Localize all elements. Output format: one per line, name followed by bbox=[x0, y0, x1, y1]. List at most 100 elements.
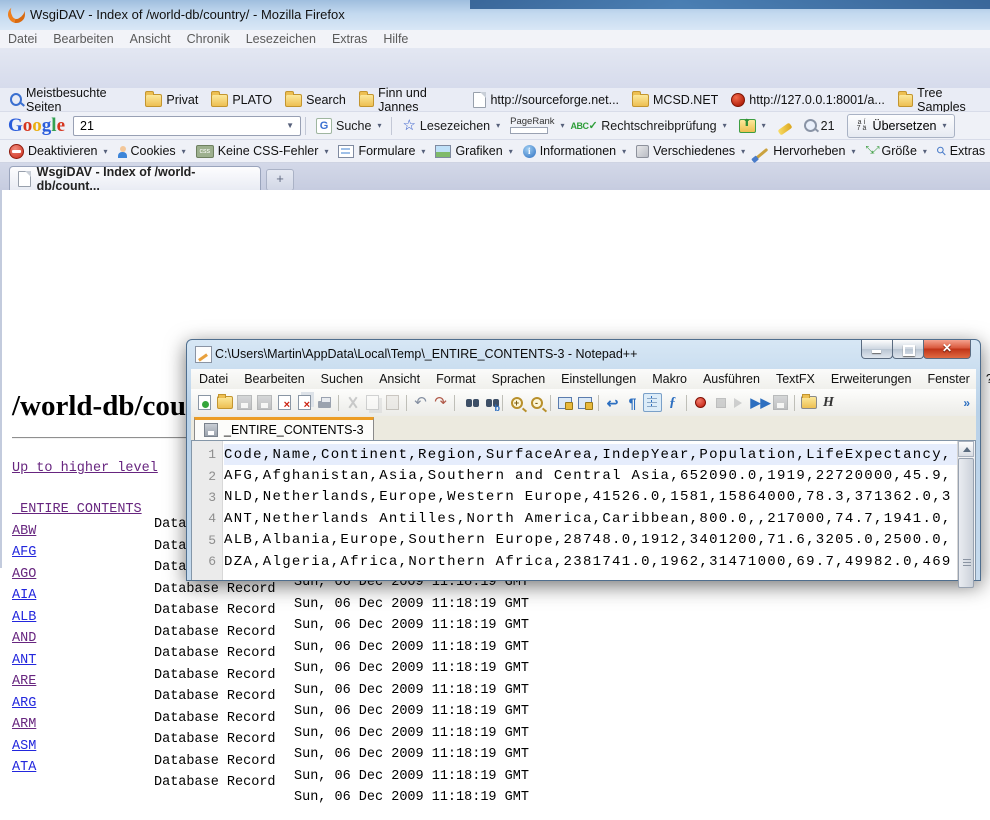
scroll-up-arrow[interactable] bbox=[958, 441, 974, 457]
webdev-formulare[interactable]: Formulare▾ bbox=[335, 144, 428, 158]
line-text[interactable]: ANT,Netherlands Antilles,North America,C… bbox=[224, 508, 958, 529]
editor-line[interactable]: 4 ANT,Netherlands Antilles,North America… bbox=[192, 508, 958, 529]
new-tab-button[interactable]: + bbox=[266, 169, 294, 191]
macro-play-icon[interactable] bbox=[731, 393, 750, 412]
macro-run-multiple-icon[interactable]: ▶▶ bbox=[751, 393, 770, 412]
entry-link[interactable]: ATA bbox=[12, 760, 36, 775]
copy-icon[interactable] bbox=[363, 393, 382, 412]
menu-hilfe[interactable]: Hilfe bbox=[375, 30, 416, 48]
npp-menu-erweiterungen[interactable]: Erweiterungen bbox=[823, 372, 920, 386]
replace-icon[interactable] bbox=[479, 393, 498, 412]
editor-line[interactable]: 1 Code,Name,Continent,Region,SurfaceArea… bbox=[192, 444, 958, 465]
close-icon[interactable] bbox=[275, 393, 294, 412]
google-bookmarks-button[interactable]: ☆Lesezeichen▾ bbox=[396, 119, 506, 133]
chevron-down-icon[interactable]: ▼ bbox=[286, 121, 294, 130]
close-all-icon[interactable] bbox=[295, 393, 314, 412]
bookmark-127-0-0-1-8001[interactable]: http://127.0.0.1:8001/a... bbox=[727, 92, 889, 108]
paste-icon[interactable] bbox=[383, 393, 402, 412]
zoom-in-icon[interactable]: + bbox=[507, 393, 526, 412]
menu-datei[interactable]: Datei bbox=[0, 30, 45, 48]
find-icon[interactable] bbox=[459, 393, 478, 412]
word-find-button[interactable]: 21 bbox=[798, 119, 841, 133]
npp-menu-format[interactable]: Format bbox=[428, 372, 484, 386]
bookmark-sourceforge[interactable]: http://sourceforge.net... bbox=[469, 91, 623, 109]
html-preview-icon[interactable]: H bbox=[819, 393, 838, 412]
npp-menu-datei[interactable]: Datei bbox=[191, 372, 236, 386]
spellcheck-button[interactable]: ABCRechtschreibprüfung▾ bbox=[565, 119, 733, 133]
pagerank-indicator[interactable]: PageRank bbox=[506, 117, 558, 134]
sync-vertical-scroll-icon[interactable] bbox=[555, 393, 574, 412]
webdev-extras[interactable]: ⚲Extras▾ bbox=[934, 144, 990, 158]
line-text[interactable]: AFG,Afghanistan,Asia,Southern and Centra… bbox=[224, 465, 958, 486]
function-completion-icon[interactable]: ƒ bbox=[663, 393, 682, 412]
minimize-button[interactable] bbox=[861, 340, 893, 359]
doc-switcher-icon[interactable] bbox=[799, 393, 818, 412]
bookmark-finn-und-jannes[interactable]: Finn und Jannes bbox=[355, 85, 465, 115]
restore-button[interactable] bbox=[892, 340, 924, 359]
npp-tab-entire-contents[interactable]: _ENTIRE_CONTENTS-3 bbox=[194, 417, 374, 440]
menu-ansicht[interactable]: Ansicht bbox=[122, 30, 179, 48]
bookmark-privat[interactable]: Privat bbox=[141, 91, 202, 108]
webdev-informationen[interactable]: iInformationen▾ bbox=[520, 144, 629, 158]
editor-line[interactable]: 5 ALB,Albania,Europe,Southern Europe,287… bbox=[192, 530, 958, 551]
word-wrap-icon[interactable]: ↩ bbox=[603, 393, 622, 412]
send-to-button[interactable]: ▾ bbox=[733, 119, 772, 133]
menu-lesezeichen[interactable]: Lesezeichen bbox=[238, 30, 324, 48]
macro-save-icon[interactable] bbox=[771, 393, 790, 412]
menu-bearbeiten[interactable]: Bearbeiten bbox=[45, 30, 121, 48]
npp-menu-help[interactable]: ? bbox=[978, 372, 990, 386]
vertical-scrollbar[interactable] bbox=[957, 441, 975, 580]
editor-line[interactable]: 3 NLD,Netherlands,Europe,Western Europe,… bbox=[192, 487, 958, 508]
redo-icon[interactable]: ↷ bbox=[431, 393, 450, 412]
npp-menu-sprachen[interactable]: Sprachen bbox=[484, 372, 554, 386]
highlighter-button[interactable] bbox=[772, 120, 798, 132]
npp-menu-einstellungen[interactable]: Einstellungen bbox=[553, 372, 644, 386]
menu-extras[interactable]: Extras bbox=[324, 30, 375, 48]
toolbar-overflow-icon[interactable]: » bbox=[963, 396, 970, 410]
cut-icon[interactable] bbox=[343, 393, 362, 412]
zoom-out-icon[interactable]: - bbox=[527, 393, 546, 412]
bookmark-plato[interactable]: PLATO bbox=[207, 91, 276, 108]
line-text[interactable]: Code,Name,Continent,Region,SurfaceArea,I… bbox=[224, 444, 958, 465]
npp-menu-ansicht[interactable]: Ansicht bbox=[371, 372, 428, 386]
webdev-hervorheben[interactable]: Hervorheben▾ bbox=[752, 144, 858, 158]
notepad-editor[interactable]: 1 Code,Name,Continent,Region,SurfaceArea… bbox=[191, 440, 976, 580]
translate-button[interactable]: a í7 ä Übersetzen▾ bbox=[847, 114, 955, 138]
webdev-grafiken[interactable]: Grafiken▾ bbox=[432, 144, 515, 158]
bookmark-tree-samples[interactable]: Tree Samples bbox=[894, 85, 990, 115]
webdev-groesse[interactable]: ⤡⤢Größe▾ bbox=[862, 144, 929, 158]
npp-menu-ausfuehren[interactable]: Ausführen bbox=[695, 372, 768, 386]
macro-stop-icon[interactable] bbox=[711, 393, 730, 412]
print-icon[interactable] bbox=[315, 393, 334, 412]
close-button[interactable]: ✕ bbox=[923, 340, 971, 359]
webdev-deaktivieren[interactable]: Deaktivieren▾ bbox=[6, 144, 111, 159]
google-query-text[interactable]: 21 bbox=[80, 119, 94, 133]
indent-guide-icon[interactable] bbox=[643, 393, 662, 412]
editor-line[interactable]: 6 DZA,Algeria,Africa,Northern Africa,238… bbox=[192, 551, 958, 572]
tab-wsgidav[interactable]: WsgiDAV - Index of /world-db/count... bbox=[9, 166, 261, 190]
save-all-icon[interactable] bbox=[255, 393, 274, 412]
google-search-button[interactable]: GSuche▾ bbox=[310, 118, 387, 134]
menu-chronik[interactable]: Chronik bbox=[179, 30, 238, 48]
webdev-css[interactable]: cssKeine CSS-Fehler▾ bbox=[193, 144, 332, 158]
macro-record-icon[interactable] bbox=[691, 393, 710, 412]
npp-menu-fenster[interactable]: Fenster bbox=[919, 372, 977, 386]
undo-icon[interactable]: ↶ bbox=[411, 393, 430, 412]
line-text[interactable]: NLD,Netherlands,Europe,Western Europe,41… bbox=[224, 487, 958, 508]
bookmark-meistbesuchte-seiten[interactable]: Meistbesuchte Seiten bbox=[6, 85, 136, 115]
npp-menu-makro[interactable]: Makro bbox=[644, 372, 695, 386]
save-icon[interactable] bbox=[235, 393, 254, 412]
line-text[interactable]: DZA,Algeria,Africa,Northern Africa,23817… bbox=[224, 551, 958, 572]
npp-menu-suchen[interactable]: Suchen bbox=[313, 372, 371, 386]
bookmark-mcsd-net[interactable]: MCSD.NET bbox=[628, 91, 722, 108]
editor-line[interactable]: 2 AFG,Afghanistan,Asia,Southern and Cent… bbox=[192, 465, 958, 486]
google-search-input[interactable]: 21 ▼ bbox=[73, 116, 301, 136]
show-all-chars-icon[interactable]: ¶ bbox=[623, 393, 642, 412]
sync-horizontal-scroll-icon[interactable] bbox=[575, 393, 594, 412]
up-to-higher-level-link[interactable]: Up to higher level bbox=[12, 461, 158, 476]
bookmark-search[interactable]: Search bbox=[281, 91, 350, 108]
npp-menu-textfx[interactable]: TextFX bbox=[768, 372, 823, 386]
webdev-cookies[interactable]: Cookies▾ bbox=[115, 144, 189, 158]
scrollbar-thumb[interactable] bbox=[958, 458, 974, 588]
line-text[interactable]: ALB,Albania,Europe,Southern Europe,28748… bbox=[224, 530, 958, 551]
